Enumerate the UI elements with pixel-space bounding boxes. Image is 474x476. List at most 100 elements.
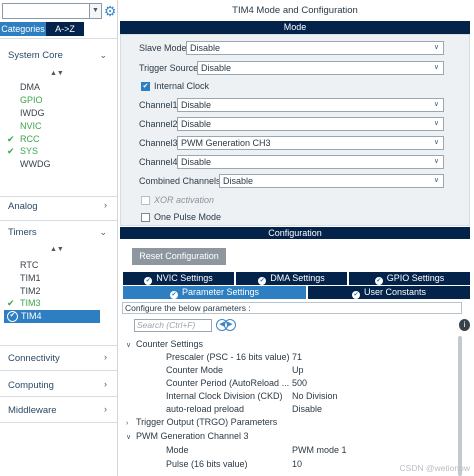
slave-mode-label: Slave Mode xyxy=(139,43,187,53)
tab-label: User Constants xyxy=(363,287,427,297)
chevron-down-icon[interactable]: ⌄ xyxy=(99,227,107,238)
tree-group-pwm-channel3[interactable]: ∨ PWM Generation Channel 3 xyxy=(126,431,249,441)
list-item-tim3[interactable]: TIM3 xyxy=(20,298,41,308)
one-pulse-mode-checkbox[interactable] xyxy=(141,213,150,222)
chevron-down-icon: ∨ xyxy=(433,139,439,146)
gear-icon[interactable]: ⚙ xyxy=(103,2,117,20)
list-item-rtc[interactable]: RTC xyxy=(20,260,38,270)
tab-nvic-settings[interactable]: ✔ NVIC Settings xyxy=(123,272,234,285)
arrow-right-icon[interactable]: ▶ xyxy=(224,319,236,331)
param-value[interactable]: 71 xyxy=(292,352,302,362)
tab-label: Parameter Settings xyxy=(181,287,260,297)
chevron-down-icon: ∨ xyxy=(433,64,439,71)
combined-channels-select[interactable]: Disable ∨ xyxy=(219,174,444,188)
list-item-nvic[interactable]: NVIC xyxy=(20,121,42,131)
tab-user-constants[interactable]: ✔ User Constants xyxy=(308,286,470,299)
param-name: auto-reload preload xyxy=(166,404,245,414)
divider xyxy=(0,370,118,371)
sort-icon[interactable]: ▲▼ xyxy=(50,246,64,253)
tree-group-label: PWM Generation Channel 3 xyxy=(136,431,249,441)
channel1-select[interactable]: Disable ∨ xyxy=(177,98,444,112)
select-value: Disable xyxy=(201,63,232,73)
param-name: Mode xyxy=(166,445,189,455)
channel4-label: Channel4 xyxy=(139,157,178,167)
internal-clock-label: Internal Clock xyxy=(154,81,210,91)
tree-group-counter-settings[interactable]: ∨ Counter Settings xyxy=(126,339,203,349)
divider xyxy=(0,422,118,423)
param-name: Counter Period (AutoReload ... xyxy=(166,378,290,388)
list-item-sys[interactable]: SYS xyxy=(20,146,38,156)
search-input[interactable]: Search (Ctrl+F) xyxy=(134,319,212,332)
page-title: TIM4 Mode and Configuration xyxy=(232,5,358,16)
list-item-dma[interactable]: DMA xyxy=(20,82,40,92)
tab-gpio-settings[interactable]: ✔ GPIO Settings xyxy=(349,272,470,285)
list-item-wwdg[interactable]: WWDG xyxy=(20,159,51,169)
chevron-down-icon: ∨ xyxy=(433,101,439,108)
chevron-down-icon: ∨ xyxy=(126,434,132,441)
list-item-gpio[interactable]: GPIO xyxy=(20,95,43,105)
param-value[interactable]: Up xyxy=(292,365,304,375)
select-value: PWM Generation CH3 xyxy=(181,138,271,148)
divider xyxy=(0,396,118,397)
list-item-tim2[interactable]: TIM2 xyxy=(20,286,41,296)
reset-configuration-button[interactable]: Reset Configuration xyxy=(132,248,226,265)
tab-parameter-settings[interactable]: ✔ Parameter Settings xyxy=(123,286,306,299)
tab-label: NVIC Settings xyxy=(156,273,213,283)
list-item-tim4-selected[interactable]: ✔ TIM4 xyxy=(4,310,100,323)
mode-section-header: Mode xyxy=(120,21,470,34)
sidebar-search-row: ▼ ⚙ xyxy=(2,2,116,20)
select-value: Disable xyxy=(190,43,221,53)
check-icon: ✔ xyxy=(7,134,15,144)
category-middleware[interactable]: Middleware xyxy=(8,405,57,416)
check-circle-icon: ✔ xyxy=(169,291,178,299)
select-value: Disable xyxy=(181,157,212,167)
param-value[interactable]: Disable xyxy=(292,404,322,414)
channel4-select[interactable]: Disable ∨ xyxy=(177,155,444,169)
list-item-rcc[interactable]: RCC xyxy=(20,134,40,144)
internal-clock-checkbox[interactable]: ✔ xyxy=(141,82,150,91)
tree-group-label: Trigger Output (TRGO) Parameters xyxy=(136,417,278,427)
trigger-source-select[interactable]: Disable ∨ xyxy=(197,61,444,75)
category-connectivity[interactable]: Connectivity xyxy=(8,353,60,364)
chevron-right-icon[interactable]: › xyxy=(104,404,107,414)
channel3-select[interactable]: PWM Generation CH3 ∨ xyxy=(177,136,444,150)
category-computing[interactable]: Computing xyxy=(8,380,54,391)
sort-icon[interactable]: ▲▼ xyxy=(50,70,64,77)
slave-mode-select[interactable]: Disable ∨ xyxy=(186,41,444,55)
chevron-down-icon: ∨ xyxy=(433,177,439,184)
sidebar-tabs: Categories A->Z xyxy=(0,22,118,36)
select-value: Disable xyxy=(181,119,212,129)
category-analog[interactable]: Analog xyxy=(8,201,38,212)
tab-a-z[interactable]: A->Z xyxy=(46,22,84,36)
param-value[interactable]: 500 xyxy=(292,378,307,388)
chevron-right-icon[interactable]: › xyxy=(104,352,107,362)
param-name: Prescaler (PSC - 16 bits value) xyxy=(166,352,290,362)
param-value[interactable]: No Division xyxy=(292,391,338,401)
list-item-iwdg[interactable]: IWDG xyxy=(20,108,45,118)
category-timers[interactable]: Timers xyxy=(8,227,37,238)
chevron-down-icon: ∨ xyxy=(126,342,132,349)
tab-dma-settings[interactable]: ✔ DMA Settings xyxy=(236,272,347,285)
divider xyxy=(0,220,118,221)
trigger-source-label: Trigger Source xyxy=(139,63,199,73)
check-circle-icon: ✔ xyxy=(144,277,153,285)
chevron-right-icon[interactable]: › xyxy=(104,200,107,210)
chevron-down-icon[interactable]: ▼ xyxy=(90,3,102,19)
param-name: Counter Mode xyxy=(166,365,224,375)
vertical-scrollbar[interactable] xyxy=(458,336,462,476)
param-value[interactable]: PWM mode 1 xyxy=(292,445,347,455)
divider xyxy=(0,345,118,346)
chevron-right-icon[interactable]: › xyxy=(104,379,107,389)
list-item-tim1[interactable]: TIM1 xyxy=(20,273,41,283)
category-system-core[interactable]: System Core xyxy=(8,50,63,61)
tree-group-trgo-parameters[interactable]: › Trigger Output (TRGO) Parameters xyxy=(126,417,277,427)
watermark: CSDN @wetionow xyxy=(399,463,470,473)
sidebar-search-input[interactable] xyxy=(2,3,90,19)
param-value[interactable]: 10 xyxy=(292,459,302,469)
check-circle-icon: ✔ xyxy=(258,277,267,285)
info-icon[interactable]: i xyxy=(459,319,470,331)
chevron-down-icon[interactable]: ⌄ xyxy=(99,50,107,61)
xor-activation-checkbox[interactable] xyxy=(141,196,150,205)
channel2-select[interactable]: Disable ∨ xyxy=(177,117,444,131)
tab-categories[interactable]: Categories xyxy=(0,22,46,36)
